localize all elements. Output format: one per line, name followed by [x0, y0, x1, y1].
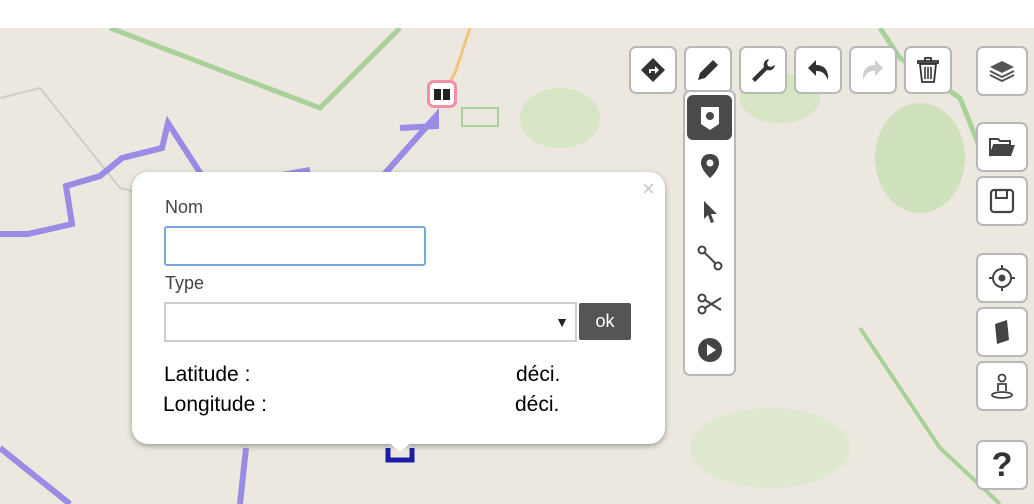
point-tool[interactable] — [687, 143, 732, 188]
target-icon — [989, 265, 1015, 291]
popup-tail — [386, 440, 414, 452]
play-tool[interactable] — [687, 327, 732, 372]
settings-button[interactable] — [739, 46, 787, 94]
scissors-icon — [697, 293, 722, 314]
save-icon — [989, 188, 1015, 214]
add-point-popup: × Nom Type ▼ ok Latitude : déci. Longitu… — [132, 172, 665, 444]
help-button[interactable]: ? — [976, 440, 1028, 490]
marker-tool[interactable] — [687, 95, 732, 140]
save-button[interactable] — [976, 176, 1028, 226]
person-location-button[interactable] — [976, 361, 1028, 411]
ok-button[interactable]: ok — [579, 303, 631, 340]
draw-button[interactable] — [684, 46, 732, 94]
chevron-down-icon: ▼ — [555, 314, 569, 330]
guide-button[interactable] — [976, 307, 1028, 357]
redo-icon — [862, 60, 883, 80]
longitude-label: Longitude : — [163, 393, 267, 416]
directions-button[interactable] — [629, 46, 677, 94]
person-pin-icon — [991, 373, 1013, 399]
draw-toolbar — [683, 90, 736, 376]
marker-pin-icon — [700, 106, 719, 130]
select-tool[interactable] — [687, 189, 732, 234]
latitude-label: Latitude : — [164, 363, 251, 386]
name-label: Nom — [165, 197, 204, 217]
trash-icon — [917, 57, 939, 83]
line-tool[interactable] — [687, 235, 732, 280]
directions-icon — [641, 58, 665, 82]
location-pin-icon — [700, 153, 719, 178]
pointer-icon — [703, 200, 717, 223]
line-segment-icon — [697, 245, 722, 270]
latitude-unit: déci. — [516, 363, 561, 386]
cut-tool[interactable] — [687, 281, 732, 326]
redo-button[interactable] — [849, 46, 897, 94]
layers-button[interactable] — [976, 46, 1028, 96]
close-icon[interactable]: × — [642, 176, 655, 202]
open-button[interactable] — [976, 122, 1028, 172]
play-icon — [697, 337, 722, 362]
locate-button[interactable] — [976, 253, 1028, 303]
top-bar — [0, 0, 1034, 28]
longitude-unit: déci. — [515, 393, 560, 416]
book-icon — [434, 89, 450, 100]
undo-icon — [808, 60, 829, 80]
layers-icon — [989, 61, 1015, 83]
type-label: Type — [165, 273, 205, 293]
name-field[interactable] — [164, 226, 426, 266]
type-select[interactable]: ▼ — [164, 302, 577, 342]
poi-marker[interactable] — [427, 80, 457, 108]
wrench-icon — [752, 59, 775, 82]
open-folder-icon — [989, 138, 1015, 157]
delete-button[interactable] — [904, 46, 952, 94]
pencil-icon — [698, 60, 718, 80]
undo-button[interactable] — [794, 46, 842, 94]
help-icon: ? — [991, 445, 1013, 484]
book-icon — [995, 320, 1009, 344]
